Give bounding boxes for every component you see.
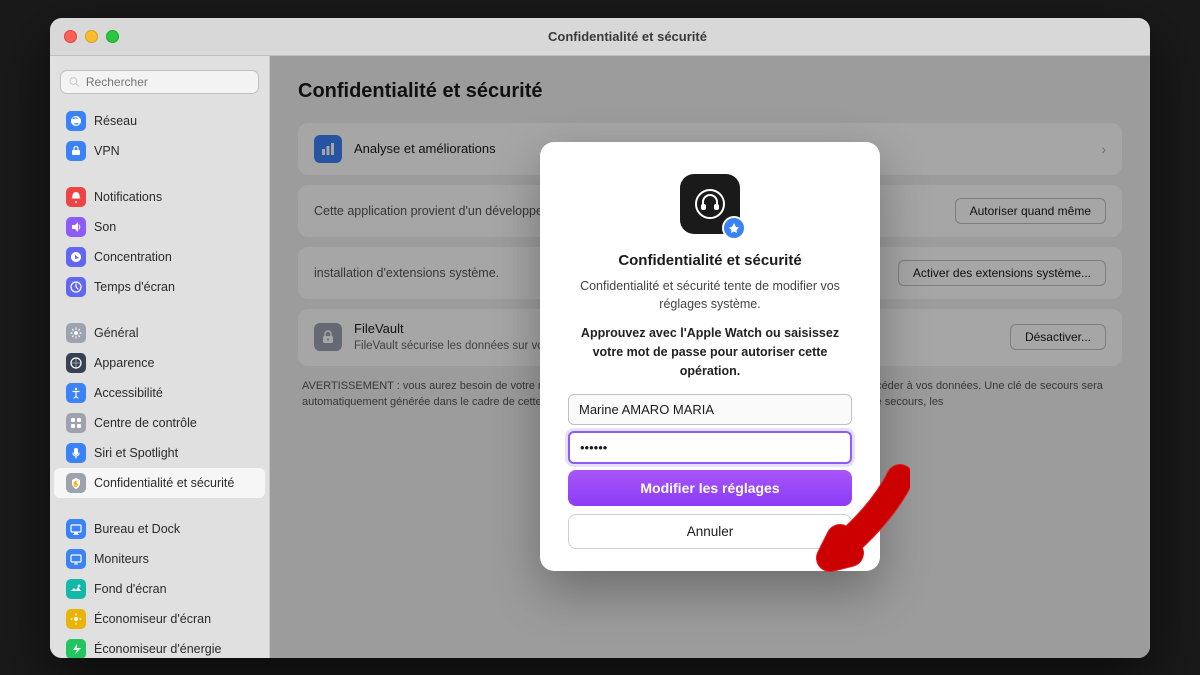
concentration-label: Concentration (94, 250, 172, 264)
mac-window: Confidentialité et sécurité (50, 18, 1150, 658)
accessibilite-label: Accessibilité (94, 386, 163, 400)
confidentialite-label: Confidentialité et sécurité (94, 476, 234, 490)
sidebar-item-concentration[interactable]: Concentration (54, 242, 265, 272)
vpn-label: VPN (94, 144, 120, 158)
apparence-label: Apparence (94, 356, 154, 370)
sidebar-item-bureau[interactable]: Bureau et Dock (54, 514, 265, 544)
economiseur-ecran-label: Économiseur d'écran (94, 612, 211, 626)
centre-controle-label: Centre de contrôle (94, 416, 197, 430)
sidebar-item-son[interactable]: Son (54, 212, 265, 242)
traffic-lights (64, 30, 119, 43)
bureau-icon (66, 519, 86, 539)
cancel-button[interactable]: Annuler (568, 514, 852, 549)
dialog-desc: Confidentialité et sécurité tente de mod… (568, 277, 852, 315)
notifications-icon (66, 187, 86, 207)
dialog-overlay: Confidentialité et sécurité Confidential… (270, 56, 1150, 658)
vpn-icon (66, 141, 86, 161)
maximize-button[interactable] (106, 30, 119, 43)
moniteurs-label: Moniteurs (94, 552, 149, 566)
reseau-label: Réseau (94, 114, 137, 128)
window-title: Confidentialité et sécurité (119, 29, 1136, 44)
concentration-icon (66, 247, 86, 267)
bureau-label: Bureau et Dock (94, 522, 180, 536)
sidebar-group-2: Notifications Son (50, 182, 269, 302)
dialog: Confidentialité et sécurité Confidential… (540, 142, 880, 572)
close-button[interactable] (64, 30, 77, 43)
sidebar-group-network: Réseau VPN (50, 106, 269, 166)
dialog-title: Confidentialité et sécurité (568, 252, 852, 269)
sidebar: Réseau VPN (50, 56, 270, 658)
search-bar[interactable] (60, 70, 259, 94)
moniteurs-icon (66, 549, 86, 569)
window-body: Réseau VPN (50, 56, 1150, 658)
password-input[interactable] (568, 431, 852, 464)
dialog-badge (722, 216, 746, 240)
accessibilite-icon (66, 383, 86, 403)
sidebar-item-apparence[interactable]: Apparence (54, 348, 265, 378)
temps-ecran-icon (66, 277, 86, 297)
sidebar-group-4: Bureau et Dock Moniteurs (50, 514, 269, 658)
search-icon (69, 76, 80, 88)
general-icon (66, 323, 86, 343)
sidebar-item-accessibilite[interactable]: Accessibilité (54, 378, 265, 408)
apparence-icon (66, 353, 86, 373)
sidebar-item-vpn[interactable]: VPN (54, 136, 265, 166)
fond-icon (66, 579, 86, 599)
reseau-icon (66, 111, 86, 131)
economiseur-ecran-icon (66, 609, 86, 629)
temps-ecran-label: Temps d'écran (94, 280, 175, 294)
confirm-button[interactable]: Modifier les réglages (568, 470, 852, 506)
search-input[interactable] (86, 75, 250, 89)
notifications-label: Notifications (94, 190, 162, 204)
sidebar-item-centre-controle[interactable]: Centre de contrôle (54, 408, 265, 438)
sidebar-item-temps-ecran[interactable]: Temps d'écran (54, 272, 265, 302)
sidebar-item-notifications[interactable]: Notifications (54, 182, 265, 212)
sidebar-item-reseau[interactable]: Réseau (54, 106, 265, 136)
general-label: Général (94, 326, 138, 340)
fond-label: Fond d'écran (94, 582, 167, 596)
economiseur-energie-label: Économiseur d'énergie (94, 642, 221, 656)
sidebar-item-siri[interactable]: Siri et Spotlight (54, 438, 265, 468)
siri-label: Siri et Spotlight (94, 446, 178, 460)
sidebar-item-confidentialite[interactable]: ✋ Confidentialité et sécurité (54, 468, 265, 498)
minimize-button[interactable] (85, 30, 98, 43)
dialog-subdesc: Approuvez avec l'Apple Watch ou saisisse… (568, 324, 852, 380)
main-content: Confidentialité et sécurité Analyse et a… (270, 56, 1150, 658)
sidebar-item-moniteurs[interactable]: Moniteurs (54, 544, 265, 574)
confidentialite-icon: ✋ (66, 473, 86, 493)
sidebar-item-economiseur-ecran[interactable]: Économiseur d'écran (54, 604, 265, 634)
economiseur-energie-icon (66, 639, 86, 658)
siri-icon (66, 443, 86, 463)
sidebar-item-general[interactable]: Général (54, 318, 265, 348)
son-label: Son (94, 220, 116, 234)
centre-controle-icon (66, 413, 86, 433)
son-icon (66, 217, 86, 237)
sidebar-group-3: Général Apparence (50, 318, 269, 498)
dialog-icon-container (676, 170, 744, 238)
title-bar: Confidentialité et sécurité (50, 18, 1150, 56)
sidebar-item-economiseur-energie[interactable]: Économiseur d'énergie (54, 634, 265, 658)
svg-text:✋: ✋ (72, 480, 79, 488)
username-input[interactable] (568, 394, 852, 425)
sidebar-item-fond[interactable]: Fond d'écran (54, 574, 265, 604)
